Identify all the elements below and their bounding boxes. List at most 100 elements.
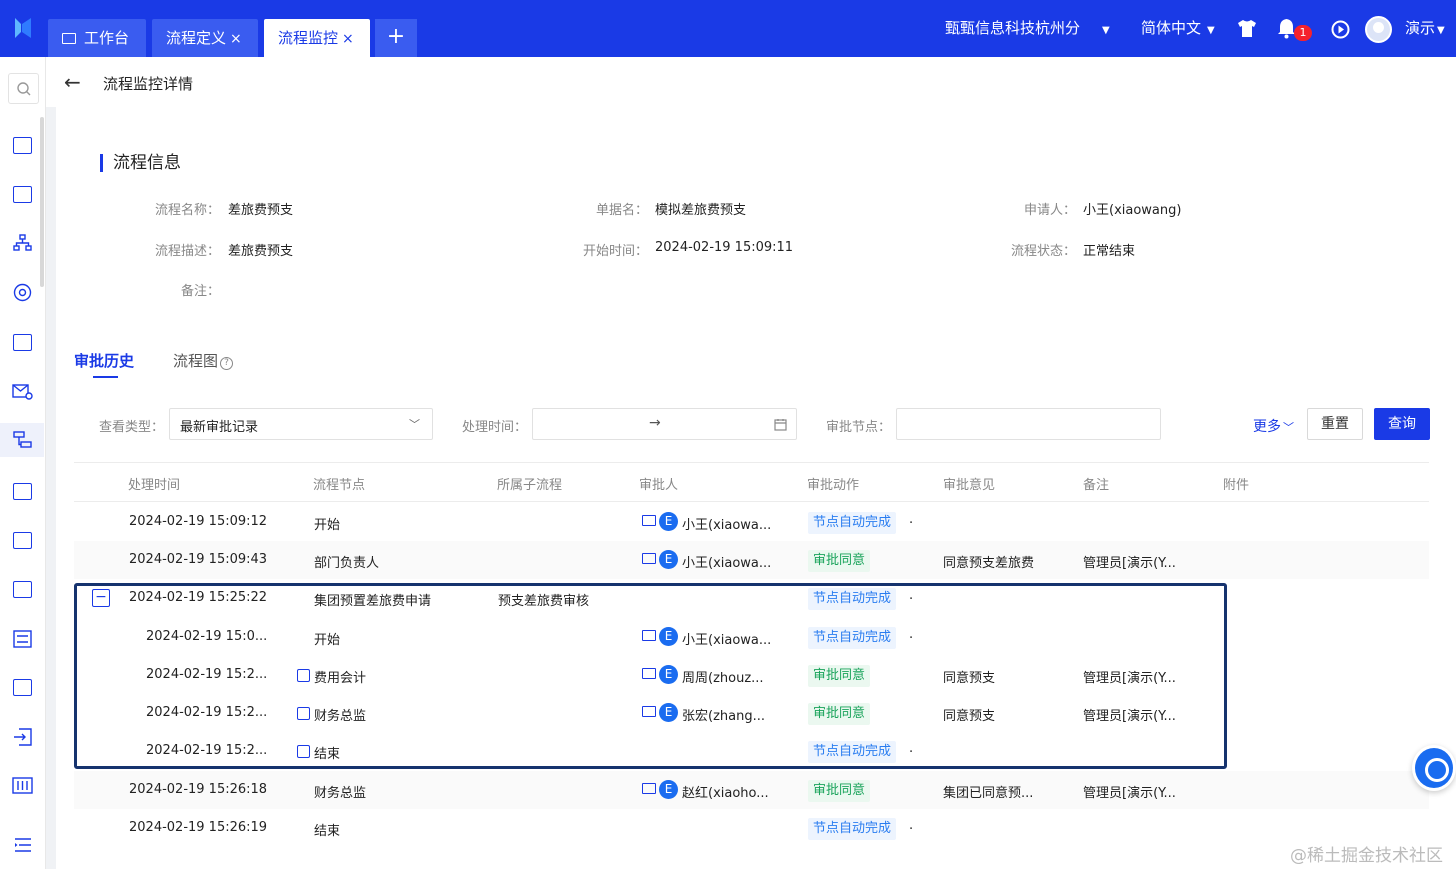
view-type-select[interactable]: 最新审批记录 ﹀ [169, 408, 433, 440]
info-label: 开始时间： [582, 244, 648, 259]
help-circle-icon[interactable]: ? [220, 357, 234, 370]
more-label: 更多 [1253, 419, 1281, 435]
sidebar-item-cluster-icon[interactable] [12, 283, 33, 302]
notification-badge: 1 [1294, 25, 1312, 41]
sidebar-item-code-window-icon[interactable] [13, 334, 32, 351]
cell-node: 部门负责人 [314, 556, 380, 571]
info-value-process-name: 差旅费预支 [228, 203, 294, 218]
id-card-icon [642, 783, 656, 794]
tab-label: 流程图 [173, 352, 219, 370]
watermark: @稀土掘金技术社区 [1290, 846, 1443, 866]
process-flow-icon [13, 431, 32, 448]
node-input[interactable] [896, 408, 1161, 440]
tab-label: 流程监控 [278, 29, 339, 47]
info-value-document-name: 模拟差旅费预支 [655, 203, 747, 218]
page-header: ← 流程监控详情 [46, 57, 1456, 107]
info-label: 备注： [180, 284, 220, 299]
column-header: 审批动作 [807, 478, 860, 493]
cell-time: 2024-02-19 15:26:18 [129, 782, 268, 797]
column-header: 审批意见 [943, 478, 996, 493]
skin-shirt-icon[interactable] [1237, 19, 1257, 38]
info-label: 单据名： [595, 203, 648, 218]
user-menu[interactable]: 演示 ▼ [1405, 0, 1445, 57]
sidebar-item-message-icon[interactable] [13, 581, 32, 598]
sidebar-scrollbar[interactable] [40, 117, 44, 287]
id-card-icon [642, 515, 656, 526]
info-value-applicant: 小王(xiaowang) [1083, 203, 1182, 218]
app-logo-icon[interactable] [12, 16, 34, 40]
calendar-icon [774, 419, 787, 431]
monitor-icon [62, 33, 76, 44]
floating-assistant-button[interactable] [1412, 745, 1456, 791]
reset-button[interactable]: 重置 [1307, 408, 1363, 440]
column-header: 流程节点 [313, 478, 366, 493]
info-label: 流程描述： [154, 244, 220, 259]
close-icon[interactable]: × [230, 31, 242, 47]
cell-remark: 管理员[演示(Y... [1083, 786, 1176, 801]
e-badge-icon: E [659, 550, 678, 569]
column-header: 处理时间 [128, 478, 181, 493]
company-selector[interactable]: 甄甄信息科技杭州分 ▼ [945, 0, 1110, 57]
sidebar-item-org-tree-icon[interactable] [13, 234, 32, 252]
tab-process-monitor[interactable]: 流程监控 × [264, 19, 370, 57]
sidebar-item-equalizer-icon[interactable] [12, 777, 33, 794]
search-icon [17, 82, 31, 96]
chevron-down-icon: ▼ [1102, 25, 1110, 36]
sidebar-search-button[interactable] [8, 73, 39, 104]
top-bar: 工作台 流程定义 × 流程监控 × + 甄甄信息科技杭州分 ▼ 简体中文 ▼ 1 演示 ▼ [0, 0, 1456, 57]
tab-workbench[interactable]: 工作台 [48, 19, 146, 57]
back-arrow-icon[interactable]: ← [64, 72, 81, 92]
cell-approver[interactable]: 赵红(xiaoho... [682, 782, 769, 801]
sidebar-item-import-icon[interactable] [13, 728, 32, 746]
info-label: 流程状态： [1010, 244, 1076, 259]
cell-remark: 管理员[演示(Y... [1083, 556, 1176, 571]
info-value-description: 差旅费预支 [228, 244, 294, 259]
id-card-icon [642, 553, 656, 564]
close-icon[interactable]: × [342, 31, 354, 47]
sidebar-item-report-icon[interactable] [13, 679, 32, 696]
add-tab-button[interactable]: + [375, 19, 417, 57]
play-circle-icon[interactable] [1331, 20, 1350, 39]
tab-approval-history[interactable]: 审批历史 [74, 350, 134, 371]
cell-opinion: 集团已同意预... [943, 786, 1034, 801]
info-value-start-time: 2024-02-19 15:09:11 [655, 240, 794, 255]
cell-node: 财务总监 [314, 786, 367, 801]
menu-collapse-icon[interactable] [14, 838, 32, 852]
cell-dot: . [909, 512, 914, 527]
sidebar-item-process-monitor[interactable] [0, 423, 44, 457]
tab-flow-diagram[interactable]: 流程图? [173, 350, 234, 371]
cell-time: 2024-02-19 15:26:19 [129, 820, 268, 835]
table-row[interactable] [74, 809, 1429, 847]
sidebar-item-desktop-icon[interactable] [13, 137, 32, 154]
more-filters-button[interactable]: 更多 ﹀ [1253, 416, 1294, 436]
tab-label: 流程定义 [166, 29, 227, 47]
sidebar-item-settings-window-icon[interactable] [13, 483, 32, 500]
tab-process-definition[interactable]: 流程定义 × [152, 19, 258, 57]
sidebar-item-sliders-icon[interactable] [13, 630, 32, 648]
view-type-value: 最新审批记录 [180, 420, 259, 435]
e-badge-icon: E [659, 512, 678, 531]
tab-label: 工作台 [84, 29, 130, 47]
column-header: 附件 [1223, 478, 1250, 493]
sidebar-item-code-icon[interactable] [13, 186, 32, 203]
cell-node: 结束 [314, 824, 341, 839]
e-badge-icon: E [659, 780, 678, 799]
sidebar-item-mail-settings-icon[interactable] [12, 383, 33, 400]
column-header: 所属子流程 [497, 478, 563, 493]
avatar[interactable] [1365, 16, 1392, 43]
cell-dot: . [909, 818, 914, 833]
cell-time: 2024-02-19 15:09:12 [129, 514, 268, 529]
language-selector[interactable]: 简体中文 ▼ [1141, 0, 1215, 57]
view-type-label: 查看类型： [99, 420, 165, 435]
cell-approver[interactable]: 小王(xiaowa... [682, 514, 771, 533]
active-tab-underline [93, 376, 118, 378]
info-value-status: 正常结束 [1083, 244, 1136, 259]
cell-time: 2024-02-19 15:09:43 [129, 552, 268, 567]
sidebar-item-flow-config-icon[interactable] [13, 532, 32, 549]
section-title: 流程信息 [100, 154, 181, 172]
company-name: 甄甄信息科技杭州分 [945, 19, 1081, 37]
bell-icon[interactable] [1277, 18, 1296, 39]
query-button[interactable]: 查询 [1374, 408, 1430, 440]
cell-approver[interactable]: 小王(xiaowa... [682, 552, 771, 571]
time-range-picker[interactable]: → [532, 408, 797, 440]
